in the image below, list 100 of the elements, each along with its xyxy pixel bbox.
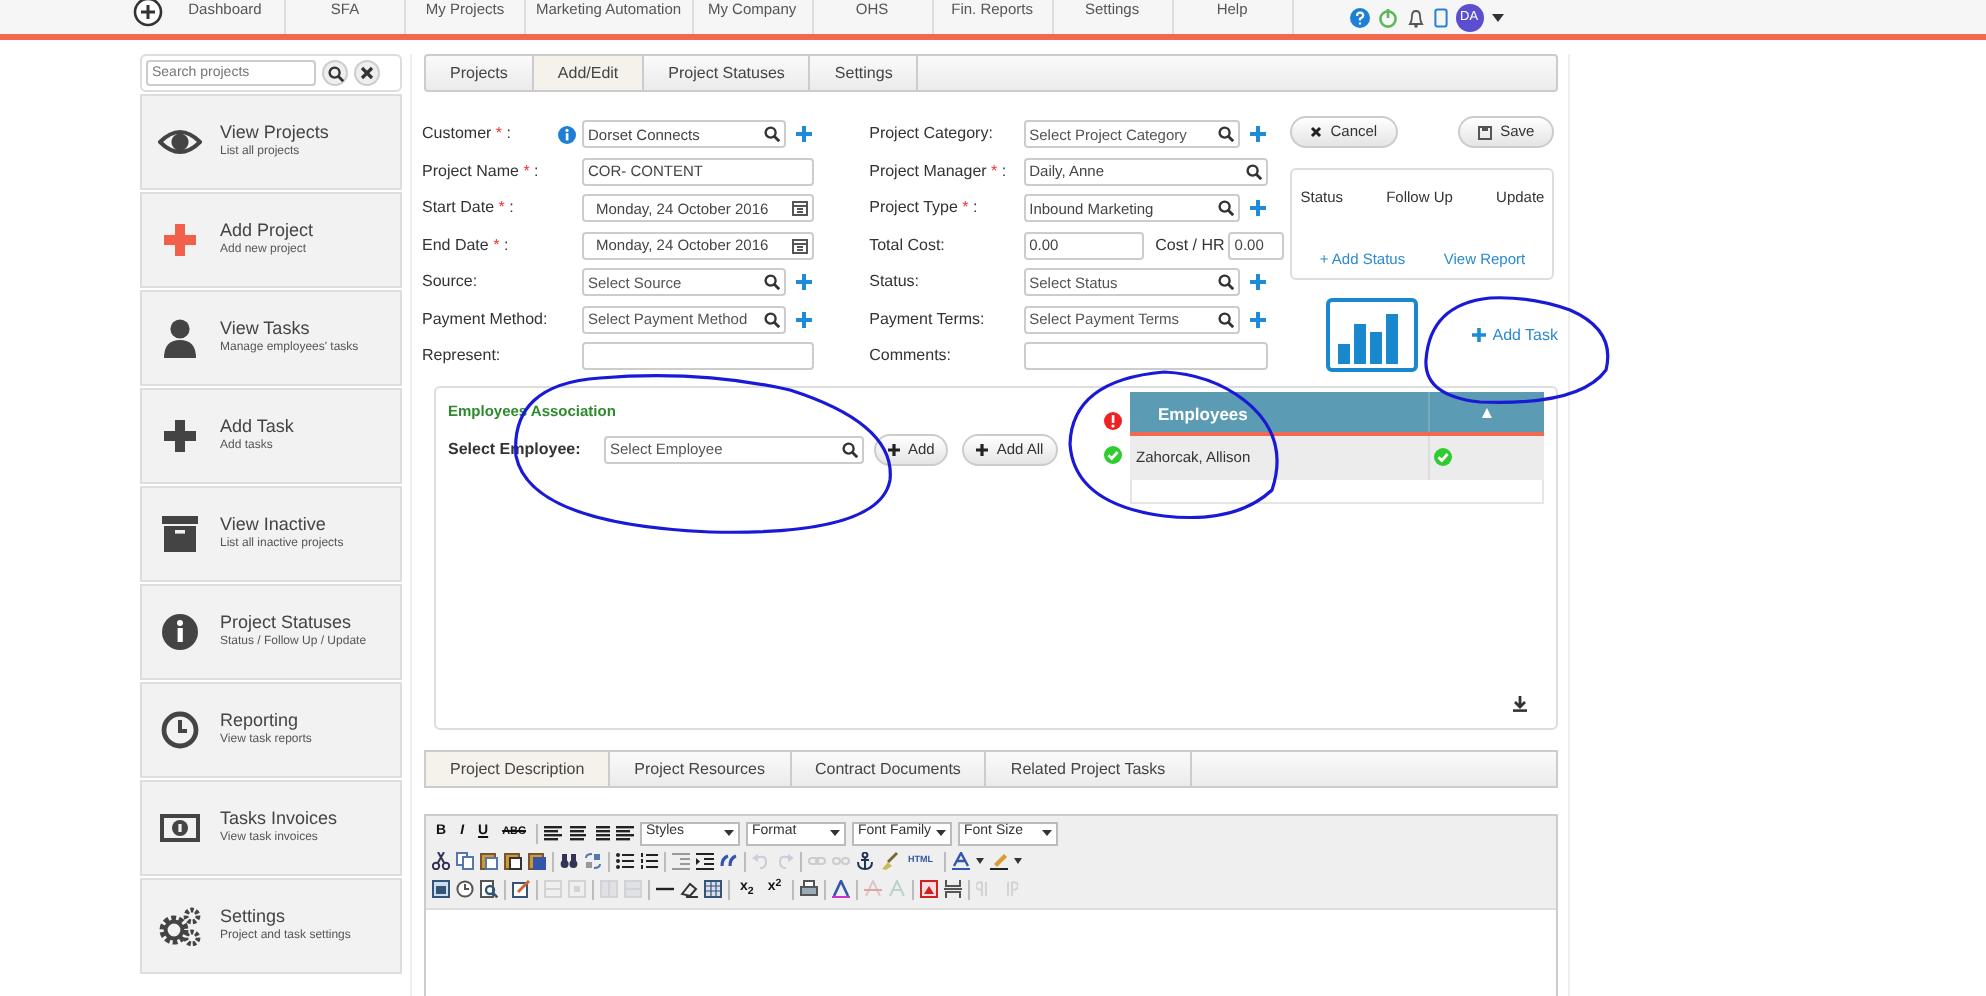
phone-icon[interactable]	[1433, 7, 1448, 27]
search-button[interactable]	[322, 60, 348, 86]
add-task-link[interactable]: Add Task	[1472, 323, 1558, 347]
add-icon[interactable]	[1249, 274, 1266, 291]
money-bill-icon	[158, 808, 202, 848]
close-button[interactable]	[354, 60, 380, 86]
caret-icon[interactable]	[1491, 13, 1504, 21]
clock-icon[interactable]	[456, 880, 474, 898]
clock-icon	[158, 710, 202, 750]
sidebar-item-title: View Tasks	[220, 318, 312, 340]
table-cell-icon[interactable]	[568, 880, 586, 898]
sidebar-item-title: Project Statuses	[220, 612, 354, 634]
search-icon	[1245, 163, 1262, 180]
sidebar-item-title: Add Project	[220, 220, 314, 242]
field-label: Comments:	[869, 344, 954, 369]
bar-chart-icon[interactable]	[1326, 298, 1419, 372]
field-label: Status:	[869, 270, 922, 295]
caret-icon[interactable]	[975, 858, 983, 864]
quote-icon[interactable]	[720, 852, 738, 870]
image-icon[interactable]	[919, 880, 938, 898]
tab[interactable]: Project Resources	[610, 751, 791, 785]
field-label: Payment Terms:	[869, 307, 987, 332]
highlighter-icon[interactable]	[989, 852, 1007, 870]
edit-document-icon[interactable]	[512, 880, 530, 898]
align-center-icon[interactable]	[568, 824, 586, 842]
tab[interactable]: Related Project Tasks	[986, 751, 1192, 785]
check-circle-icon	[1103, 445, 1121, 463]
search-icon	[764, 274, 780, 291]
bell-icon[interactable]	[1405, 7, 1426, 27]
field-label: Project Type * :	[869, 196, 980, 221]
replace-icon[interactable]	[584, 852, 602, 870]
binoculars-icon[interactable]	[560, 852, 578, 870]
page-break-icon[interactable]	[943, 880, 962, 898]
close-icon	[360, 66, 374, 80]
field-label: Project Category:	[869, 122, 995, 147]
search-icon	[764, 126, 780, 143]
broom-icon[interactable]	[880, 852, 898, 870]
font-style-icon[interactable]	[831, 880, 850, 898]
tab[interactable]: Add/Edit	[533, 56, 645, 90]
sidebar-item-title: View Inactive	[220, 514, 328, 536]
column-header: Employees	[1130, 391, 1430, 431]
caret-icon	[724, 830, 734, 836]
table-icon[interactable]	[704, 880, 722, 898]
input-field[interactable]	[582, 342, 814, 371]
align-right-icon[interactable]	[592, 824, 610, 842]
caret-icon[interactable]	[1013, 858, 1021, 864]
template-icon[interactable]	[432, 880, 450, 898]
field-label: Cost / HR	[1155, 233, 1225, 258]
info-icon	[158, 612, 202, 652]
sidebar-item-title: View Projects	[220, 122, 329, 144]
printer-icon[interactable]	[799, 880, 818, 898]
align-left-icon[interactable]	[544, 824, 562, 842]
add-icon[interactable]	[796, 274, 812, 291]
search-icon	[1217, 311, 1234, 328]
bulleted-list-icon[interactable]	[616, 852, 634, 870]
preview-icon[interactable]	[480, 880, 498, 898]
align-justify-icon[interactable]	[616, 824, 634, 842]
help-icon[interactable]	[1349, 7, 1370, 27]
field-label: Start Date * :	[422, 196, 516, 221]
tab[interactable]: Project Description	[426, 751, 611, 785]
input-field[interactable]	[1023, 342, 1268, 371]
copy-icon[interactable]	[456, 852, 474, 870]
text-color-icon[interactable]	[951, 852, 969, 870]
add-icon[interactable]	[1249, 311, 1266, 328]
caret-icon	[936, 830, 946, 836]
plus-icon	[976, 443, 989, 456]
field-label: Customer * :	[422, 122, 513, 147]
field-label: Represent:	[422, 344, 503, 369]
tab[interactable]: Project Statuses	[644, 56, 811, 90]
plus-icon	[158, 220, 202, 260]
scissors-icon[interactable]	[432, 852, 450, 870]
eraser-icon[interactable]	[680, 880, 698, 898]
tab[interactable]: Contract Documents	[791, 751, 987, 785]
add-icon[interactable]	[796, 311, 812, 328]
plus-icon	[888, 443, 900, 456]
gears-icon	[158, 906, 202, 946]
search-icon	[842, 441, 858, 458]
archive-box-icon	[158, 514, 202, 554]
tab[interactable]: Settings	[810, 56, 919, 90]
field-label: Source:	[422, 270, 480, 295]
add-icon[interactable]	[1249, 126, 1266, 143]
field-label: Project Manager * :	[869, 159, 1009, 184]
search-icon	[1217, 274, 1234, 291]
sidebar-item-title: Tasks Invoices	[220, 808, 338, 830]
sidebar-item-title: Reporting	[220, 710, 301, 732]
search-icon	[1217, 126, 1234, 143]
add-icon[interactable]	[796, 126, 812, 143]
search-icon	[327, 65, 343, 81]
field-label: Project Name * :	[422, 159, 541, 184]
close-icon	[1310, 126, 1323, 138]
person-icon	[158, 318, 202, 358]
search-icon	[764, 311, 780, 328]
plus-icon	[1472, 328, 1487, 342]
search-icon	[1217, 200, 1234, 217]
anchor-icon[interactable]	[856, 852, 874, 870]
sidebar-item-title: Add Task	[220, 416, 294, 438]
numbered-list-icon[interactable]	[640, 852, 658, 870]
indent-icon[interactable]	[696, 852, 714, 870]
add-icon[interactable]	[1249, 200, 1266, 217]
download-icon[interactable]	[1512, 695, 1528, 711]
